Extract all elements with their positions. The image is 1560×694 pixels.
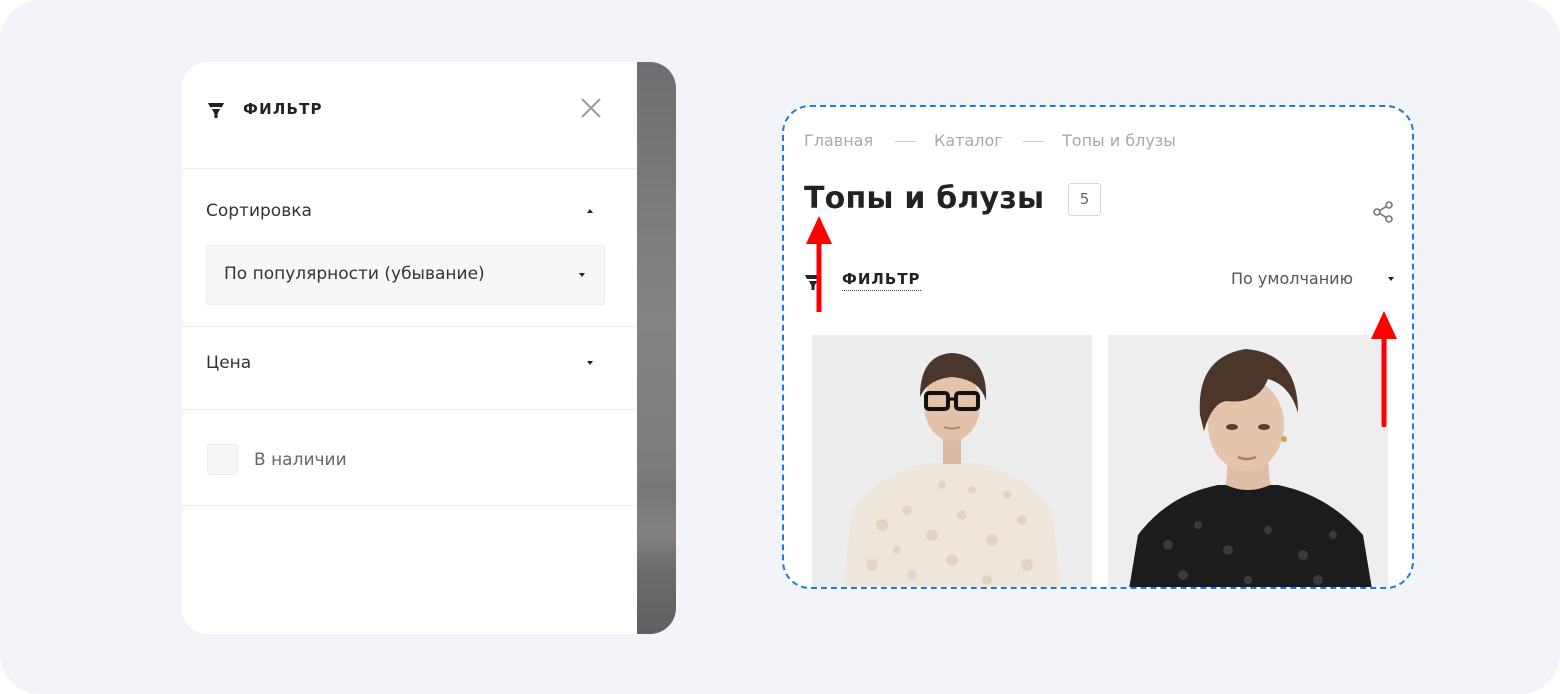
- filter-panel-header: ФИЛЬТР: [182, 62, 637, 169]
- caret-up-icon[interactable]: [587, 209, 593, 213]
- filter-button[interactable]: ФИЛЬТР: [842, 270, 921, 291]
- close-icon[interactable]: [579, 96, 603, 120]
- sort-section-label[interactable]: Сортировка: [206, 201, 312, 221]
- breadcrumb-item-current: Топы и блузы: [1062, 131, 1176, 150]
- price-section[interactable]: Цена: [182, 327, 637, 410]
- in-stock-label[interactable]: В наличии: [254, 450, 347, 470]
- product-photo-black-lace-top: [1108, 335, 1388, 587]
- breadcrumb-separator: [895, 141, 916, 142]
- filter-panel-title: ФИЛЬТР: [243, 100, 323, 118]
- catalog-header-highlight: Главная Каталог Топы и блузы Топы и блуз…: [782, 105, 1414, 589]
- sort-select-value: По популярности (убывание): [224, 264, 485, 284]
- product-count-badge: 5: [1068, 183, 1101, 216]
- price-section-label: Цена: [206, 353, 252, 373]
- breadcrumb-item-home[interactable]: Главная: [804, 131, 873, 150]
- filter-panel: ФИЛЬТР Сортировка По популярности (убыва…: [182, 62, 637, 634]
- caret-down-icon: [579, 273, 585, 277]
- caret-down-icon[interactable]: [1388, 277, 1394, 281]
- in-stock-checkbox[interactable]: [207, 444, 238, 475]
- breadcrumb-item-catalog[interactable]: Каталог: [934, 131, 1003, 150]
- annotation-arrow: [806, 216, 832, 312]
- sort-select[interactable]: По популярности (убывание): [206, 245, 605, 305]
- in-stock-section: В наличии: [182, 410, 637, 506]
- sort-dropdown[interactable]: По умолчанию: [1231, 269, 1353, 288]
- sort-section: Сортировка По популярности (убывание): [182, 169, 637, 327]
- annotation-arrow: [1371, 311, 1397, 427]
- product-image[interactable]: [1108, 335, 1388, 587]
- breadcrumb-separator: [1023, 141, 1044, 142]
- product-image[interactable]: [812, 335, 1092, 587]
- caret-down-icon: [587, 361, 593, 365]
- filter-panel-preview: ФИЛЬТР Сортировка По популярности (убыва…: [182, 62, 676, 634]
- filter-icon: [208, 103, 224, 118]
- page-title: Топы и блузы: [804, 181, 1045, 216]
- page-dim-overlay[interactable]: [637, 62, 676, 634]
- screenshot-canvas: ФИЛЬТР Сортировка По популярности (убыва…: [0, 0, 1560, 694]
- product-photo-cream-lace-top: [812, 335, 1092, 587]
- share-icon[interactable]: [1371, 200, 1395, 224]
